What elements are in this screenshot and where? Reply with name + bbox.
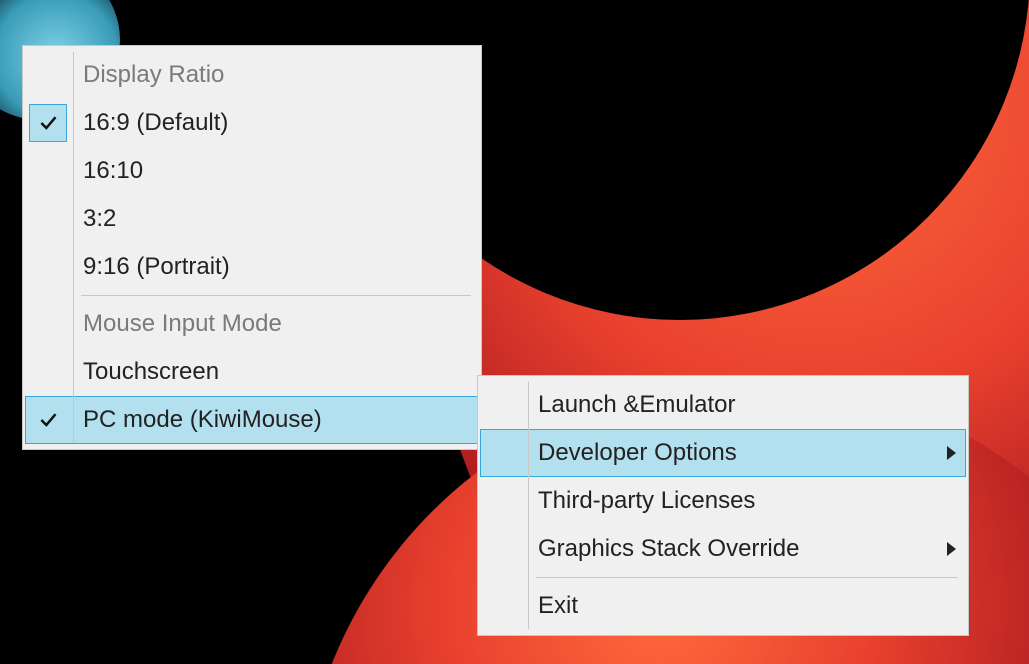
- menu-item-launch-emulator[interactable]: Launch &Emulator: [480, 381, 966, 429]
- menu-item-label: 9:16 (Portrait): [71, 253, 479, 281]
- menu-item-third-party-licenses[interactable]: Third-party Licenses: [480, 477, 966, 525]
- menu-item-touchscreen[interactable]: Touchscreen: [25, 348, 479, 396]
- menu-item-label: 3:2: [71, 205, 479, 233]
- menu-gutter-separator: [73, 52, 74, 443]
- check-icon: [30, 105, 66, 141]
- section-header-mouse-input: Mouse Input Mode: [25, 300, 479, 348]
- menu-item-pc-mode[interactable]: PC mode (KiwiMouse): [25, 396, 479, 444]
- menu-item-ratio-3-2[interactable]: 3:2: [25, 195, 479, 243]
- menu-item-label: Touchscreen: [71, 358, 479, 386]
- menu-item-ratio-9-16[interactable]: 9:16 (Portrait): [25, 243, 479, 291]
- menu-item-exit[interactable]: Exit: [480, 582, 966, 630]
- check-icon: [38, 410, 58, 430]
- menu-separator: [81, 295, 471, 296]
- menu-item-graphics-stack-override[interactable]: Graphics Stack Override: [480, 525, 966, 573]
- menu-separator: [536, 577, 958, 578]
- menu-gutter-separator: [528, 382, 529, 629]
- section-header-label: Mouse Input Mode: [71, 310, 479, 338]
- submenu-arrow-icon: [947, 542, 956, 556]
- main-context-menu: Launch &Emulator Developer Options Third…: [477, 375, 969, 636]
- section-header-display-ratio: Display Ratio: [25, 51, 479, 99]
- menu-item-label: Developer Options: [526, 439, 936, 467]
- menu-item-ratio-16-10[interactable]: 16:10: [25, 147, 479, 195]
- developer-options-submenu: Display Ratio 16:9 (Default) 16:10 3:2 9…: [22, 45, 482, 450]
- menu-item-developer-options[interactable]: Developer Options: [480, 429, 966, 477]
- menu-item-ratio-16-9[interactable]: 16:9 (Default): [25, 99, 479, 147]
- menu-item-label: 16:10: [71, 157, 479, 185]
- section-header-label: Display Ratio: [71, 61, 479, 89]
- submenu-arrow-icon: [947, 446, 956, 460]
- menu-item-label: Launch &Emulator: [526, 391, 936, 419]
- menu-item-label: 16:9 (Default): [71, 109, 479, 137]
- menu-item-label: Third-party Licenses: [526, 487, 936, 515]
- menu-item-label: Exit: [526, 592, 936, 620]
- menu-item-label: Graphics Stack Override: [526, 535, 936, 563]
- menu-item-label: PC mode (KiwiMouse): [71, 406, 479, 434]
